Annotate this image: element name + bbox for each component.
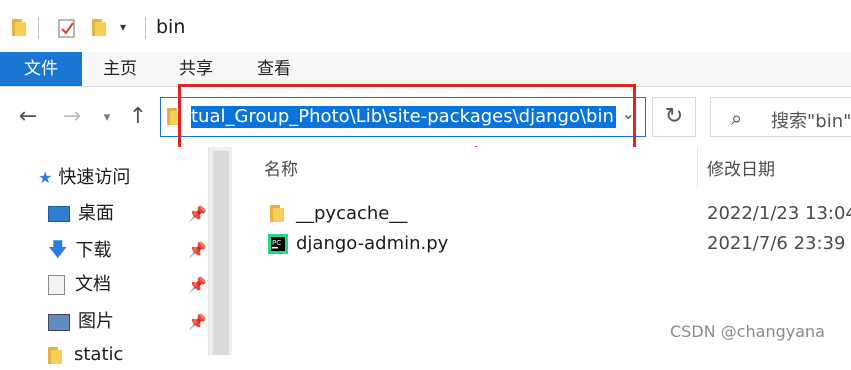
pin-icon[interactable]: 📌 bbox=[188, 235, 207, 265]
recent-locations-chevron-icon[interactable]: ▾ bbox=[98, 103, 116, 133]
address-path[interactable]: tual_Group_Photo\Lib\site-packages\djang… bbox=[191, 106, 616, 128]
file-modified: 2022/1/23 13:04 bbox=[707, 203, 851, 224]
desktop-icon bbox=[48, 206, 70, 222]
file-name: django-admin.py bbox=[296, 233, 449, 254]
star-icon: ★ bbox=[38, 168, 53, 187]
tab-share[interactable]: 共享 bbox=[179, 52, 213, 86]
customize-toolbar-chevron-icon[interactable]: ▾ bbox=[120, 20, 126, 34]
search-placeholder: 搜索"bin" bbox=[771, 111, 851, 132]
svg-text:PC: PC bbox=[272, 239, 281, 247]
scrollbar-thumb[interactable] bbox=[213, 151, 229, 355]
column-header-modified[interactable]: 修改日期 bbox=[707, 155, 775, 180]
pycharm-file-icon: PC bbox=[268, 234, 288, 254]
download-icon: 🡇 bbox=[48, 239, 68, 261]
column-divider[interactable] bbox=[697, 147, 698, 187]
divider bbox=[38, 17, 39, 39]
properties-icon[interactable] bbox=[58, 18, 76, 38]
table-row[interactable]: PC django-admin.py 2021/7/6 23:39 bbox=[232, 229, 851, 259]
up-arrow-icon[interactable]: ↑ bbox=[126, 102, 150, 132]
nav-label: 桌面 bbox=[78, 203, 114, 224]
window-title: bin bbox=[156, 16, 186, 38]
nav-quick-access[interactable]: ★ 快速访问 bbox=[38, 163, 130, 193]
nav-item-pictures[interactable]: 图片 bbox=[48, 307, 114, 337]
refresh-icon: ↻ bbox=[664, 104, 684, 129]
tab-file[interactable]: 文件 bbox=[0, 52, 82, 86]
pin-icon[interactable]: 📌 bbox=[188, 199, 207, 229]
address-dropdown-chevron-icon[interactable]: ⌄ bbox=[622, 104, 635, 123]
table-row[interactable]: __pycache__ 2022/1/23 13:04 bbox=[232, 199, 851, 229]
nav-label: 下载 bbox=[75, 240, 112, 261]
pin-icon[interactable]: 📌 bbox=[188, 307, 207, 337]
back-arrow-icon[interactable]: ← bbox=[14, 102, 42, 132]
file-modified: 2021/7/6 23:39 bbox=[707, 233, 846, 254]
address-row: ← → ▾ ↑ tual_Group_Photo\Lib\site-packag… bbox=[0, 87, 851, 147]
scrollbar[interactable] bbox=[208, 147, 233, 355]
tab-view[interactable]: 查看 bbox=[257, 52, 291, 86]
title-bar: ▾ bin bbox=[0, 0, 851, 52]
ribbon: 文件 主页 共享 查看 bbox=[0, 52, 851, 87]
nav-item-downloads[interactable]: 🡇 下载 bbox=[48, 235, 112, 265]
watermark: CSDN @changyana bbox=[670, 322, 825, 341]
nav-item-desktop[interactable]: 桌面 bbox=[48, 199, 114, 229]
refresh-button[interactable]: ↻ bbox=[652, 97, 696, 137]
file-name: __pycache__ bbox=[296, 203, 408, 224]
navigation-pane: ★ 快速访问 桌面 📌 🡇 下载 📌 文档 📌 图片 📌 static bbox=[0, 147, 233, 365]
picture-icon bbox=[48, 313, 70, 331]
forward-arrow-icon[interactable]: → bbox=[58, 102, 86, 132]
address-bar[interactable]: tual_Group_Photo\Lib\site-packages\djang… bbox=[160, 97, 646, 137]
divider bbox=[145, 17, 146, 39]
folder-icon bbox=[270, 205, 284, 222]
search-input[interactable]: ⌕ 搜索"bin" bbox=[710, 97, 851, 137]
search-icon: ⌕ bbox=[731, 106, 743, 130]
nav-label: 快速访问 bbox=[58, 167, 131, 188]
folder-icon bbox=[167, 108, 181, 126]
document-icon bbox=[48, 275, 65, 295]
folder-icon bbox=[12, 19, 26, 36]
folder-icon bbox=[48, 346, 62, 364]
pin-icon[interactable]: 📌 bbox=[188, 270, 207, 300]
nav-label: 文档 bbox=[75, 274, 111, 295]
nav-label: 图片 bbox=[78, 311, 114, 332]
tab-home[interactable]: 主页 bbox=[103, 52, 137, 86]
new-folder-icon[interactable] bbox=[92, 19, 106, 36]
nav-item-documents[interactable]: 文档 bbox=[48, 270, 111, 300]
column-header-name[interactable]: 名称 bbox=[264, 155, 298, 180]
nav-item-static[interactable]: static bbox=[48, 340, 123, 370]
